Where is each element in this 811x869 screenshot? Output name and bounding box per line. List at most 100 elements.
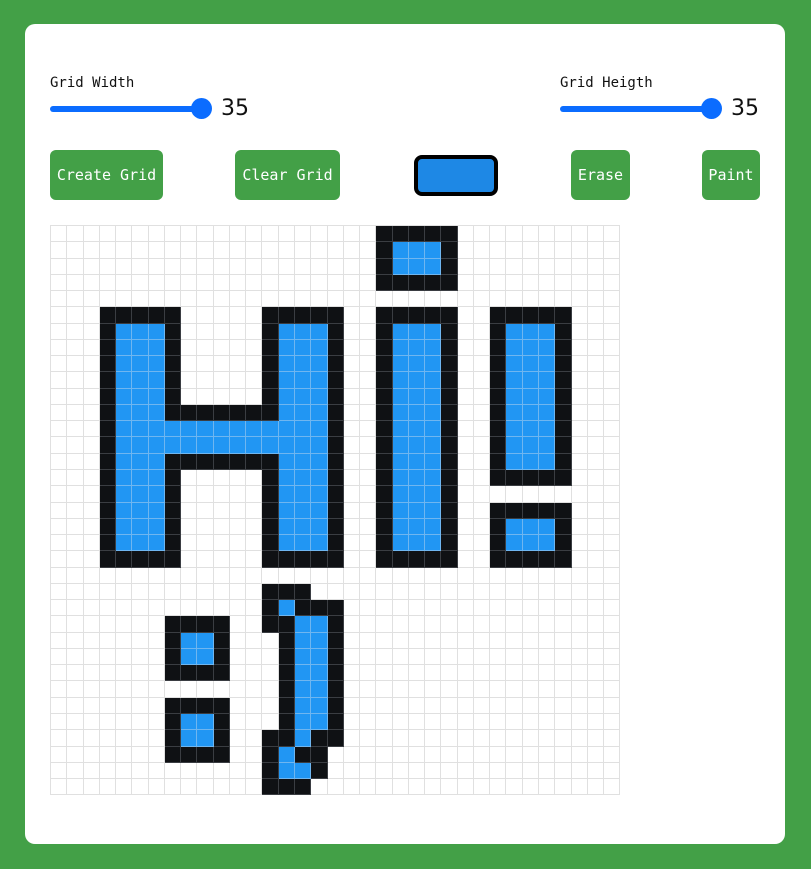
grid-cell[interactable] [311, 421, 328, 438]
grid-cell[interactable] [506, 404, 523, 422]
grid-cell[interactable] [457, 730, 474, 747]
grid-cell[interactable] [311, 730, 328, 747]
grid-cell[interactable] [490, 226, 507, 243]
grid-cell[interactable] [51, 323, 68, 340]
grid-cell[interactable] [538, 518, 556, 536]
grid-cell[interactable] [473, 779, 491, 796]
grid-cell[interactable] [294, 697, 312, 714]
grid-cell[interactable] [197, 551, 214, 568]
grid-cell[interactable] [246, 291, 263, 308]
grid-cell[interactable] [327, 746, 344, 763]
grid-cell[interactable] [278, 226, 295, 243]
grid-cell[interactable] [506, 779, 523, 796]
grid-cell[interactable] [294, 632, 312, 649]
grid-cell[interactable] [587, 697, 605, 714]
grid-cell[interactable] [392, 762, 409, 780]
grid-cell[interactable] [83, 502, 100, 519]
grid-cell[interactable] [571, 502, 588, 519]
grid-cell[interactable] [392, 437, 409, 454]
grid-cell[interactable] [294, 242, 312, 259]
grid-cell[interactable] [278, 518, 295, 536]
grid-cell[interactable] [99, 746, 117, 763]
grid-cell[interactable] [67, 518, 84, 536]
grid-cell[interactable] [51, 665, 68, 682]
grid-cell[interactable] [490, 779, 507, 796]
grid-cell[interactable] [132, 486, 149, 503]
grid-cell[interactable] [246, 404, 263, 422]
grid-cell[interactable] [164, 388, 182, 405]
grid-cell[interactable] [425, 388, 442, 405]
grid-cell[interactable] [262, 307, 279, 324]
grid-cell[interactable] [490, 339, 507, 357]
grid-cell[interactable] [197, 632, 214, 649]
grid-cell[interactable] [506, 616, 523, 633]
grid-cell[interactable] [148, 421, 165, 438]
grid-cell[interactable] [555, 681, 572, 698]
grid-cell[interactable] [425, 616, 442, 633]
grid-cell[interactable] [604, 486, 621, 503]
grid-cell[interactable] [571, 453, 588, 470]
grid-cell[interactable] [99, 242, 117, 259]
grid-cell[interactable] [538, 226, 556, 243]
grid-cell[interactable] [67, 583, 84, 601]
grid-cell[interactable] [229, 502, 247, 519]
grid-cell[interactable] [311, 648, 328, 666]
grid-cell[interactable] [522, 437, 539, 454]
grid-cell[interactable] [441, 665, 458, 682]
grid-cell[interactable] [538, 551, 556, 568]
grid-cell[interactable] [181, 437, 198, 454]
grid-cell[interactable] [181, 421, 198, 438]
grid-cell[interactable] [522, 648, 539, 666]
grid-cell[interactable] [246, 665, 263, 682]
grid-cell[interactable] [360, 323, 377, 340]
grid-cell[interactable] [555, 746, 572, 763]
grid-cell[interactable] [441, 632, 458, 649]
grid-cell[interactable] [213, 681, 230, 698]
grid-cell[interactable] [376, 762, 393, 780]
grid-cell[interactable] [538, 372, 556, 389]
grid-cell[interactable] [327, 307, 344, 324]
grid-cell[interactable] [408, 713, 426, 731]
grid-cell[interactable] [408, 583, 426, 601]
grid-cell[interactable] [278, 291, 295, 308]
grid-cell[interactable] [392, 681, 409, 698]
grid-cell[interactable] [294, 583, 312, 601]
grid-cell[interactable] [83, 665, 100, 682]
grid-cell[interactable] [425, 258, 442, 275]
grid-cell[interactable] [327, 356, 344, 373]
grid-cell[interactable] [522, 323, 539, 340]
grid-cell[interactable] [408, 421, 426, 438]
grid-cell[interactable] [229, 713, 247, 731]
grid-cell[interactable] [604, 730, 621, 747]
grid-cell[interactable] [441, 779, 458, 796]
grid-cell[interactable] [473, 600, 491, 617]
grid-cell[interactable] [132, 339, 149, 357]
grid-cell[interactable] [571, 486, 588, 503]
grid-cell[interactable] [522, 616, 539, 633]
grid-cell[interactable] [148, 730, 165, 747]
grid-cell[interactable] [408, 632, 426, 649]
grid-cell[interactable] [604, 453, 621, 470]
grid-cell[interactable] [506, 291, 523, 308]
grid-cell[interactable] [132, 730, 149, 747]
grid-cell[interactable] [587, 323, 605, 340]
grid-cell[interactable] [67, 616, 84, 633]
grid-cell[interactable] [457, 551, 474, 568]
grid-cell[interactable] [425, 583, 442, 601]
grid-cell[interactable] [229, 323, 247, 340]
grid-cell[interactable] [327, 616, 344, 633]
grid-cell[interactable] [555, 713, 572, 731]
grid-cell[interactable] [538, 681, 556, 698]
grid-cell[interactable] [555, 518, 572, 536]
grid-cell[interactable] [457, 372, 474, 389]
grid-cell[interactable] [197, 746, 214, 763]
grid-cell[interactable] [311, 274, 328, 292]
grid-cell[interactable] [587, 356, 605, 373]
grid-cell[interactable] [327, 632, 344, 649]
grid-cell[interactable] [425, 453, 442, 470]
grid-cell[interactable] [229, 730, 247, 747]
grid-cell[interactable] [213, 404, 230, 422]
grid-cell[interactable] [392, 486, 409, 503]
grid-cell[interactable] [132, 713, 149, 731]
grid-cell[interactable] [425, 551, 442, 568]
